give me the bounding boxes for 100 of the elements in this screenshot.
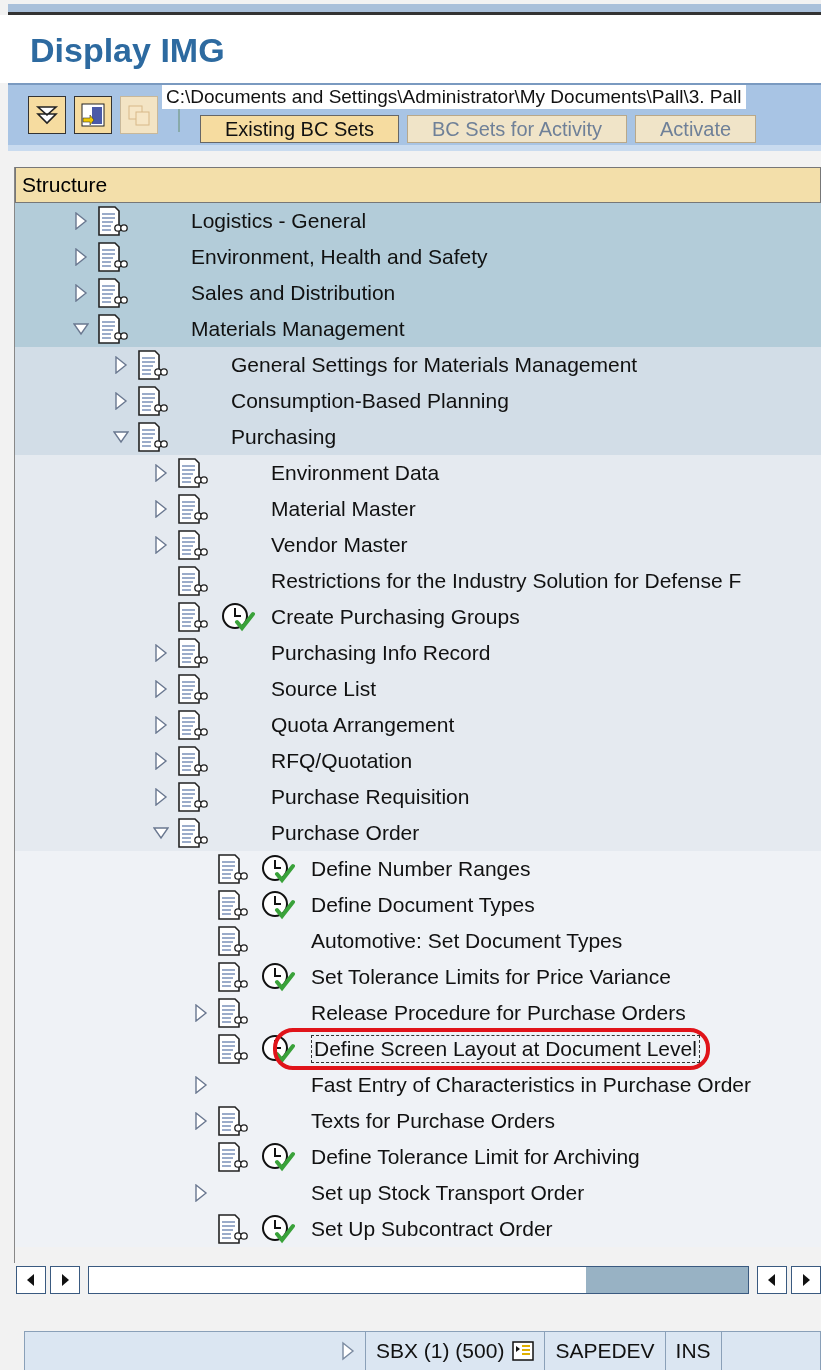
list-icon[interactable] — [512, 1341, 535, 1361]
tree-item[interactable]: Purchasing — [229, 424, 339, 450]
expand-triangle-icon[interactable] — [193, 1076, 209, 1094]
expand-triangle-icon[interactable] — [153, 464, 169, 482]
tree-item[interactable]: Set Up Subcontract Order — [309, 1216, 555, 1242]
tree-item[interactable]: Sales and Distribution — [189, 280, 398, 306]
document-icon[interactable] — [177, 782, 209, 812]
document-icon[interactable] — [97, 278, 129, 308]
tree-item[interactable]: Automotive: Set Document Types — [309, 928, 625, 954]
document-icon[interactable] — [177, 638, 209, 668]
server-name: SAPEDEV — [544, 1332, 665, 1370]
right-arrow-icon — [61, 1274, 69, 1286]
document-icon[interactable] — [177, 458, 209, 488]
document-icon[interactable] — [217, 890, 249, 920]
right-arrow-icon — [802, 1274, 810, 1286]
expand-triangle-icon[interactable] — [153, 716, 169, 734]
tree-item[interactable]: Restrictions for the Industry Solution for Defense F — [269, 568, 744, 594]
collapse-triangle-icon[interactable] — [113, 428, 129, 446]
clock-check-icon[interactable] — [221, 602, 255, 632]
tree-item[interactable]: Purchase Requisition — [269, 784, 472, 810]
document-icon[interactable] — [217, 998, 249, 1028]
document-icon[interactable] — [177, 710, 209, 740]
document-icon[interactable] — [137, 386, 169, 416]
expand-triangle-icon[interactable] — [153, 500, 169, 518]
document-icon[interactable] — [217, 1142, 249, 1172]
expand-triangle-icon[interactable] — [153, 680, 169, 698]
tree-item[interactable]: Define Tolerance Limit for Archiving — [309, 1144, 642, 1170]
expand-triangle-icon[interactable] — [193, 1004, 209, 1022]
document-icon[interactable] — [177, 530, 209, 560]
document-icon[interactable] — [137, 350, 169, 380]
expand-triangle-icon[interactable] — [73, 284, 89, 302]
tree-item[interactable]: Create Purchasing Groups — [269, 604, 522, 630]
document-icon[interactable] — [177, 494, 209, 524]
expand-triangle-icon[interactable] — [153, 752, 169, 770]
scroll-right-button[interactable] — [50, 1266, 80, 1294]
document-icon[interactable] — [217, 1214, 249, 1244]
tree-item[interactable]: Define Screen Layout at Document Level — [311, 1035, 700, 1063]
scroll-thumb[interactable] — [586, 1267, 748, 1293]
clock-check-icon[interactable] — [261, 890, 295, 920]
document-icon[interactable] — [217, 926, 249, 956]
expand-triangle-icon[interactable] — [153, 788, 169, 806]
clock-check-icon[interactable] — [261, 854, 295, 884]
scroll-left-button[interactable] — [16, 1266, 46, 1294]
collapse-triangle-icon[interactable] — [73, 320, 89, 338]
tree-item[interactable]: Release Procedure for Purchase Orders — [309, 1000, 688, 1026]
expand-triangle-icon[interactable] — [153, 536, 169, 554]
document-icon[interactable] — [137, 422, 169, 452]
tree-item[interactable]: Purchase Order — [269, 820, 422, 846]
collapse-triangle-icon[interactable] — [153, 824, 169, 842]
tree-item[interactable]: Purchasing Info Record — [269, 640, 493, 666]
tree-item[interactable]: Consumption-Based Planning — [229, 388, 511, 414]
expand-triangle-icon[interactable] — [73, 212, 89, 230]
tree-item[interactable]: Set Tolerance Limits for Price Variance — [309, 964, 673, 990]
document-icon[interactable] — [217, 1034, 249, 1064]
left-arrow-icon — [768, 1274, 776, 1286]
expand-triangle-icon[interactable] — [341, 1341, 355, 1361]
toolbar-button[interactable]: Existing BC Sets — [200, 115, 399, 143]
position-button[interactable] — [74, 96, 112, 134]
document-icon[interactable] — [217, 962, 249, 992]
document-icon[interactable] — [177, 566, 209, 596]
expand-all-button[interactable] — [28, 96, 66, 134]
tree-item[interactable]: Environment, Health and Safety — [189, 244, 490, 270]
tree-item[interactable]: Source List — [269, 676, 379, 702]
tree-item[interactable]: Vendor Master — [269, 532, 410, 558]
document-icon[interactable] — [177, 602, 209, 632]
scroll-right-button[interactable] — [791, 1266, 821, 1294]
expand-triangle-icon[interactable] — [193, 1112, 209, 1130]
expand-triangle-icon[interactable] — [153, 644, 169, 662]
clock-check-icon[interactable] — [261, 1214, 295, 1244]
document-icon[interactable] — [177, 746, 209, 776]
expand-triangle-icon[interactable] — [113, 392, 129, 410]
scroll-track[interactable] — [88, 1266, 749, 1294]
tree-item[interactable]: General Settings for Materials Management — [229, 352, 640, 378]
tree-item[interactable]: Logistics - General — [189, 208, 369, 234]
clock-check-icon[interactable] — [261, 962, 295, 992]
double-triangle-icon — [34, 103, 60, 127]
tree-item[interactable]: Material Master — [269, 496, 418, 522]
clock-check-icon[interactable] — [261, 1142, 295, 1172]
document-icon[interactable] — [177, 674, 209, 704]
window-title: Display IMG — [0, 15, 821, 83]
tree-item[interactable]: Define Number Ranges — [309, 856, 533, 882]
document-icon[interactable] — [97, 206, 129, 236]
document-icon[interactable] — [97, 314, 129, 344]
expand-triangle-icon[interactable] — [73, 248, 89, 266]
document-icon[interactable] — [177, 818, 209, 848]
clock-check-icon[interactable] — [261, 1034, 295, 1064]
expand-triangle-icon[interactable] — [193, 1184, 209, 1202]
tree-item[interactable]: Define Document Types — [309, 892, 537, 918]
tree-item[interactable]: Fast Entry of Characteristics in Purchase Order — [309, 1072, 753, 1098]
document-icon[interactable] — [217, 854, 249, 884]
document-icon[interactable] — [217, 1106, 249, 1136]
document-icon[interactable] — [97, 242, 129, 272]
tree-item[interactable]: RFQ/Quotation — [269, 748, 415, 774]
tree-item[interactable]: Texts for Purchase Orders — [309, 1108, 557, 1134]
tree-item[interactable]: Environment Data — [269, 460, 442, 486]
tree-item[interactable]: Set up Stock Transport Order — [309, 1180, 587, 1206]
scroll-left-button[interactable] — [757, 1266, 787, 1294]
tree-item[interactable]: Quota Arrangement — [269, 712, 457, 738]
tree-item[interactable]: Materials Management — [189, 316, 407, 342]
expand-triangle-icon[interactable] — [113, 356, 129, 374]
